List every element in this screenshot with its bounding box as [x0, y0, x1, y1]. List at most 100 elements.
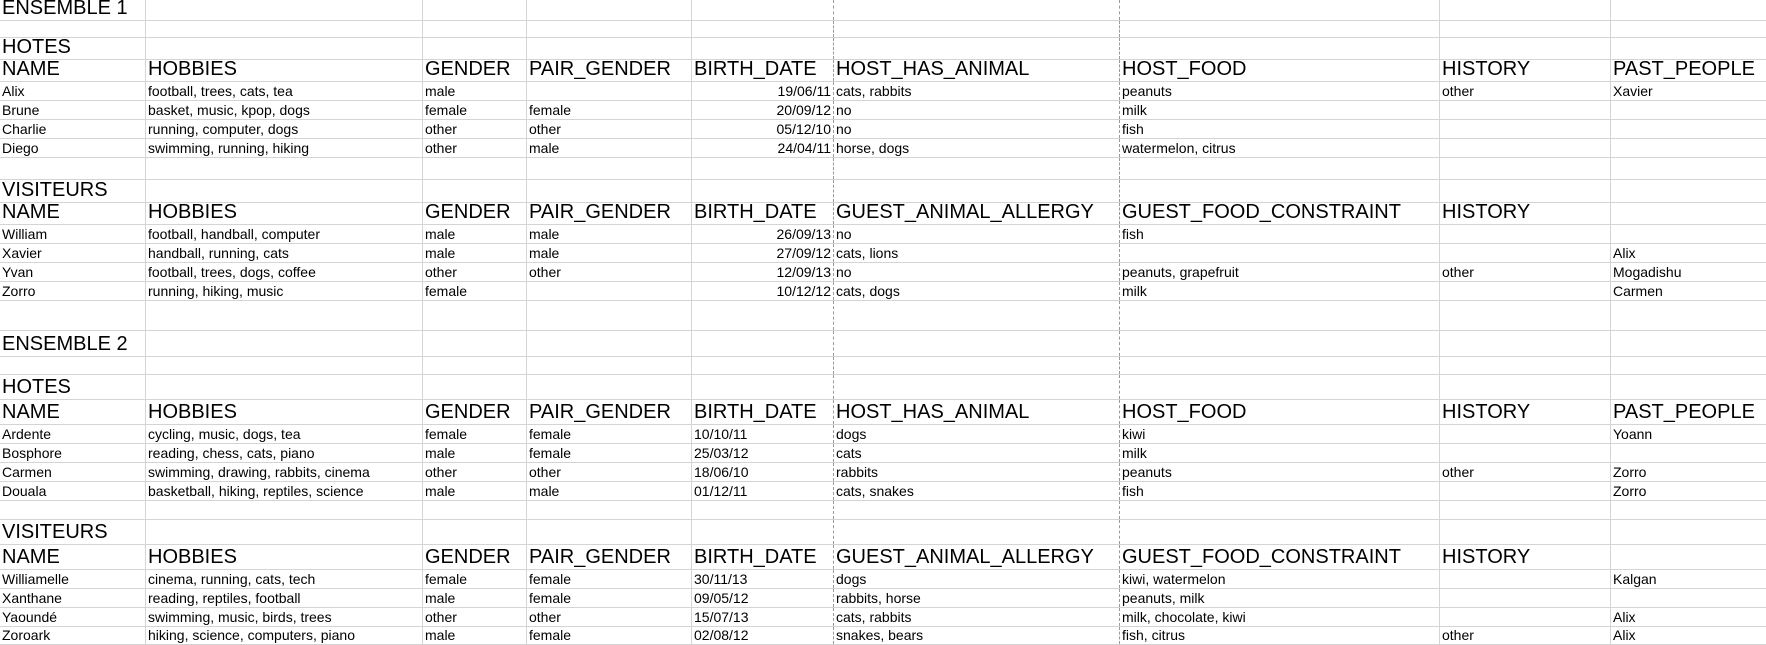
cell-gender[interactable]: other	[423, 120, 527, 138]
cell-birth-date[interactable]: 09/05/12	[692, 589, 834, 607]
cell-past-people[interactable]: Zorro	[1611, 482, 1766, 500]
cell-history[interactable]	[1440, 589, 1611, 607]
empty-cell[interactable]	[1440, 375, 1611, 399]
empty-cell[interactable]	[146, 375, 423, 399]
cell-animal[interactable]: cats, lions	[834, 244, 1120, 262]
cell-birth-date[interactable]: 02/08/12	[692, 627, 834, 644]
cell-animal[interactable]: no	[834, 120, 1120, 138]
column-header-animal[interactable]: HOST_HAS_ANIMAL	[834, 58, 1120, 81]
empty-cell[interactable]	[1440, 357, 1611, 374]
cell-gender[interactable]: male	[423, 225, 527, 243]
cell-animal[interactable]: no	[834, 225, 1120, 243]
cell-gender[interactable]: male	[423, 482, 527, 500]
cell-hobbies[interactable]: reading, reptiles, football	[146, 589, 423, 607]
cell-birth-date[interactable]: 10/10/11	[692, 425, 834, 443]
cell-name[interactable]: Brune	[0, 101, 146, 119]
empty-cell[interactable]	[1120, 180, 1440, 202]
empty-cell[interactable]	[1611, 331, 1766, 356]
empty-cell[interactable]	[692, 158, 834, 179]
section-title-cell[interactable]: VISITEURS	[0, 520, 146, 544]
cell-hobbies[interactable]: cinema, running, cats, tech	[146, 570, 423, 588]
cell-pair-gender[interactable]: female	[527, 425, 692, 443]
empty-cell[interactable]	[1611, 0, 1766, 20]
empty-cell[interactable]	[1120, 0, 1440, 20]
cell-pair-gender[interactable]: female	[527, 589, 692, 607]
cell-past-people[interactable]: Xavier	[1611, 82, 1766, 100]
cell-food[interactable]: milk	[1120, 444, 1440, 462]
column-header-food[interactable]: HOST_FOOD	[1120, 400, 1440, 424]
cell-birth-date[interactable]: 10/12/12	[692, 282, 834, 300]
cell-history[interactable]	[1440, 120, 1611, 138]
column-header-past-people[interactable]: PAST_PEOPLE	[1611, 400, 1766, 424]
empty-cell[interactable]	[1611, 520, 1766, 544]
column-header-gender[interactable]: GENDER	[423, 58, 527, 81]
cell-pair-gender[interactable]: other	[527, 608, 692, 626]
empty-cell[interactable]	[1611, 375, 1766, 399]
empty-cell[interactable]	[527, 357, 692, 374]
cell-gender[interactable]: male	[423, 627, 527, 644]
empty-cell[interactable]	[692, 375, 834, 399]
cell-food[interactable]	[1120, 244, 1440, 262]
cell-animal[interactable]: cats, rabbits	[834, 608, 1120, 626]
cell-pair-gender[interactable]: female	[527, 101, 692, 119]
empty-cell[interactable]	[1440, 301, 1611, 330]
cell-history[interactable]	[1440, 444, 1611, 462]
empty-cell[interactable]	[423, 38, 527, 59]
cell-history[interactable]	[1440, 225, 1611, 243]
empty-cell[interactable]	[1440, 501, 1611, 519]
cell-hobbies[interactable]: swimming, running, hiking	[146, 139, 423, 157]
cell-pair-gender[interactable]: female	[527, 570, 692, 588]
cell-pair-gender[interactable]	[527, 82, 692, 100]
cell-food[interactable]: milk, chocolate, kiwi	[1120, 608, 1440, 626]
cell-hobbies[interactable]: football, trees, cats, tea	[146, 82, 423, 100]
empty-cell[interactable]	[1120, 357, 1440, 374]
empty-cell[interactable]	[1440, 0, 1611, 20]
cell-name[interactable]: Xanthane	[0, 589, 146, 607]
cell-food[interactable]: milk	[1120, 282, 1440, 300]
cell-pair-gender[interactable]	[527, 282, 692, 300]
cell-animal[interactable]: no	[834, 101, 1120, 119]
empty-cell[interactable]	[692, 180, 834, 202]
cell-past-people[interactable]	[1611, 120, 1766, 138]
empty-cell[interactable]	[1120, 520, 1440, 544]
column-header-gender[interactable]: GENDER	[423, 545, 527, 569]
cell-animal[interactable]: cats, dogs	[834, 282, 1120, 300]
empty-cell[interactable]	[146, 331, 423, 356]
column-header-birth-date[interactable]: BIRTH_DATE	[692, 58, 834, 81]
empty-cell[interactable]	[834, 180, 1120, 202]
cell-history[interactable]	[1440, 482, 1611, 500]
cell-animal[interactable]: cats	[834, 444, 1120, 462]
cell-animal[interactable]: cats, snakes	[834, 482, 1120, 500]
column-header-food[interactable]: GUEST_FOOD_CONSTRAINT	[1120, 201, 1440, 224]
cell-hobbies[interactable]: football, handball, computer	[146, 225, 423, 243]
cell-history[interactable]	[1440, 282, 1611, 300]
cell-birth-date[interactable]: 01/12/11	[692, 482, 834, 500]
cell-name[interactable]: Douala	[0, 482, 146, 500]
cell-history[interactable]: other	[1440, 627, 1611, 644]
column-header-food[interactable]: HOST_FOOD	[1120, 58, 1440, 81]
empty-cell[interactable]	[527, 301, 692, 330]
empty-cell[interactable]	[834, 520, 1120, 544]
empty-cell[interactable]	[527, 520, 692, 544]
empty-cell[interactable]	[834, 0, 1120, 20]
empty-cell[interactable]	[1120, 501, 1440, 519]
empty-cell[interactable]	[423, 301, 527, 330]
empty-cell[interactable]	[0, 158, 146, 179]
cell-food[interactable]: watermelon, citrus	[1120, 139, 1440, 157]
cell-food[interactable]: fish	[1120, 225, 1440, 243]
empty-cell[interactable]	[1440, 158, 1611, 179]
empty-cell[interactable]	[834, 331, 1120, 356]
cell-past-people[interactable]: Kalgan	[1611, 570, 1766, 588]
section-title-cell[interactable]: HOTES	[0, 36, 146, 59]
empty-cell[interactable]	[146, 21, 423, 37]
cell-past-people[interactable]	[1611, 444, 1766, 462]
cell-gender[interactable]: female	[423, 101, 527, 119]
column-header-birth-date[interactable]: BIRTH_DATE	[692, 400, 834, 424]
empty-cell[interactable]	[834, 501, 1120, 519]
empty-cell[interactable]	[527, 158, 692, 179]
cell-past-people[interactable]	[1611, 139, 1766, 157]
cell-birth-date[interactable]: 25/03/12	[692, 444, 834, 462]
column-header-birth-date[interactable]: BIRTH_DATE	[692, 545, 834, 569]
empty-cell[interactable]	[0, 301, 146, 330]
cell-name[interactable]: Alix	[0, 82, 146, 100]
